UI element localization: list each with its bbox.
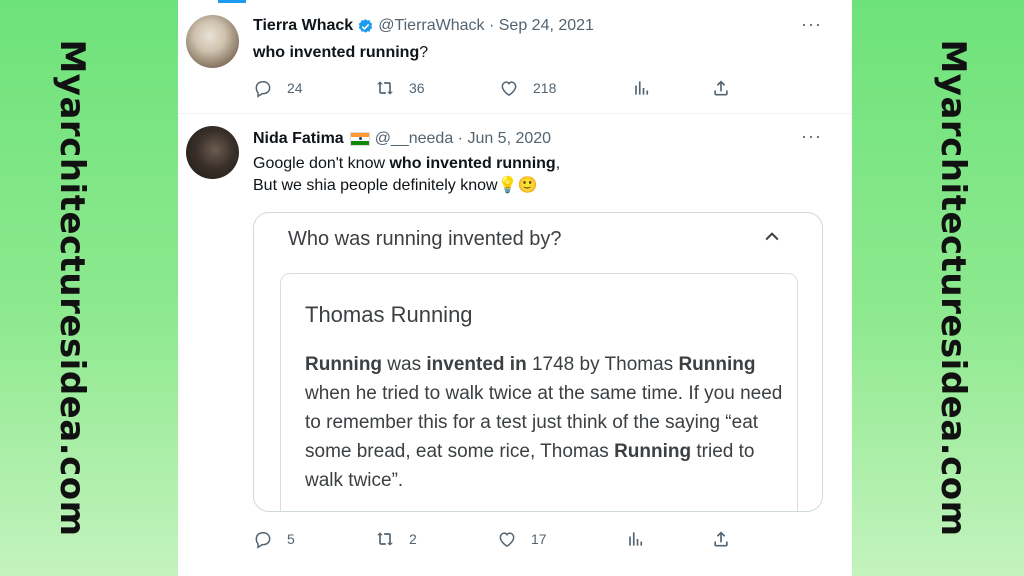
share-button[interactable]	[711, 529, 745, 549]
text-segment: Google don't know	[253, 155, 390, 172]
watermark-left: Myarchitecturesidea.com	[52, 39, 92, 537]
like-count: 218	[533, 80, 557, 96]
text-segment: was	[382, 354, 427, 375]
tweet-header: Nida Fatima @__needa · Jun 5, 2020	[253, 130, 551, 148]
reply-count: 24	[287, 80, 303, 96]
analytics-icon	[629, 532, 643, 546]
separator-dot: ·	[453, 130, 468, 147]
analytics-button[interactable]	[625, 529, 659, 549]
action-bar: 24 36 218	[253, 78, 733, 100]
tweet-header: Tierra Whack @TierraWhack · Sep 24, 2021	[253, 17, 594, 35]
display-name[interactable]: Nida Fatima	[253, 130, 344, 148]
left-green-panel: Myarchitecturesidea.com	[0, 0, 178, 576]
tweet-date[interactable]: Sep 24, 2021	[499, 17, 594, 35]
tweet-nida[interactable]: Nida Fatima @__needa · Jun 5, 2020 ··· G…	[178, 114, 852, 576]
like-count: 17	[531, 531, 547, 547]
tweet-text-rest: ?	[419, 44, 429, 61]
verified-badge-icon	[358, 18, 373, 33]
handle[interactable]: @TierraWhack	[378, 17, 484, 35]
search-question: Who was running invented by?	[288, 228, 562, 250]
like-button[interactable]: 218	[499, 78, 556, 98]
retweet-count: 36	[409, 80, 425, 96]
text-bold: Running	[678, 354, 756, 375]
tweet-text: who invented running?	[253, 42, 428, 64]
tweet-date[interactable]: Jun 5, 2020	[467, 130, 551, 148]
emoji-lightbulb-smile-icon: 💡🙂	[497, 177, 538, 194]
like-button[interactable]: 17	[497, 529, 547, 549]
avatar[interactable]	[186, 15, 239, 68]
text-bold: Running	[305, 354, 383, 375]
text-bold: who invented running	[389, 155, 556, 172]
watermark-right: Myarchitecturesidea.com	[933, 39, 973, 537]
retweet-icon	[377, 81, 393, 95]
tweet-line-2: But we shia people definitely know💡🙂	[253, 175, 560, 197]
embedded-image-card[interactable]: Who was running invented by? Thomas Runn…	[253, 212, 823, 512]
chevron-up-icon	[765, 232, 779, 241]
reply-icon	[255, 81, 271, 98]
answer-box: Thomas Running Running was invented in 1…	[280, 273, 798, 511]
text-bold: Running	[614, 441, 692, 462]
action-bar: 5 2 17	[253, 529, 733, 551]
heart-icon	[501, 81, 517, 96]
analytics-button[interactable]	[631, 78, 665, 98]
india-flag-icon	[349, 132, 370, 146]
tweet-feed: Tierra Whack @TierraWhack · Sep 24, 2021…	[178, 0, 852, 576]
reply-button[interactable]: 24	[253, 78, 303, 98]
retweet-count: 2	[409, 531, 417, 547]
retweet-button[interactable]: 2	[375, 529, 417, 549]
text-segment: But we shia people definitely know	[253, 177, 498, 194]
analytics-icon	[635, 81, 649, 95]
reply-icon	[255, 532, 271, 549]
tweet-line-1: Google don't know who invented running,	[253, 153, 560, 175]
display-name[interactable]: Tierra Whack	[253, 17, 353, 35]
heart-icon	[499, 532, 515, 547]
share-icon	[714, 80, 728, 96]
text-segment: 1748 by Thomas	[526, 354, 679, 375]
retweet-button[interactable]: 36	[375, 78, 425, 98]
tweet-text: Google don't know who invented running, …	[253, 153, 560, 197]
text-segment: ,	[555, 155, 561, 172]
more-options-icon[interactable]: ···	[801, 14, 822, 35]
retweet-icon	[377, 532, 393, 546]
tweet-tierra[interactable]: Tierra Whack @TierraWhack · Sep 24, 2021…	[178, 0, 852, 114]
answer-text: Running was invented in 1748 by Thomas R…	[305, 350, 785, 495]
separator-dot: ·	[484, 17, 499, 34]
text-bold: invented in	[426, 354, 527, 375]
handle[interactable]: @__needa	[375, 130, 454, 148]
avatar[interactable]	[186, 126, 239, 179]
reply-button[interactable]: 5	[253, 529, 295, 549]
share-button[interactable]	[711, 78, 745, 98]
share-icon	[714, 531, 728, 547]
more-options-icon[interactable]: ···	[801, 126, 822, 147]
tweet-text-bold: who invented running	[253, 44, 420, 61]
answer-title: Thomas Running	[305, 302, 473, 327]
reply-count: 5	[287, 531, 295, 547]
